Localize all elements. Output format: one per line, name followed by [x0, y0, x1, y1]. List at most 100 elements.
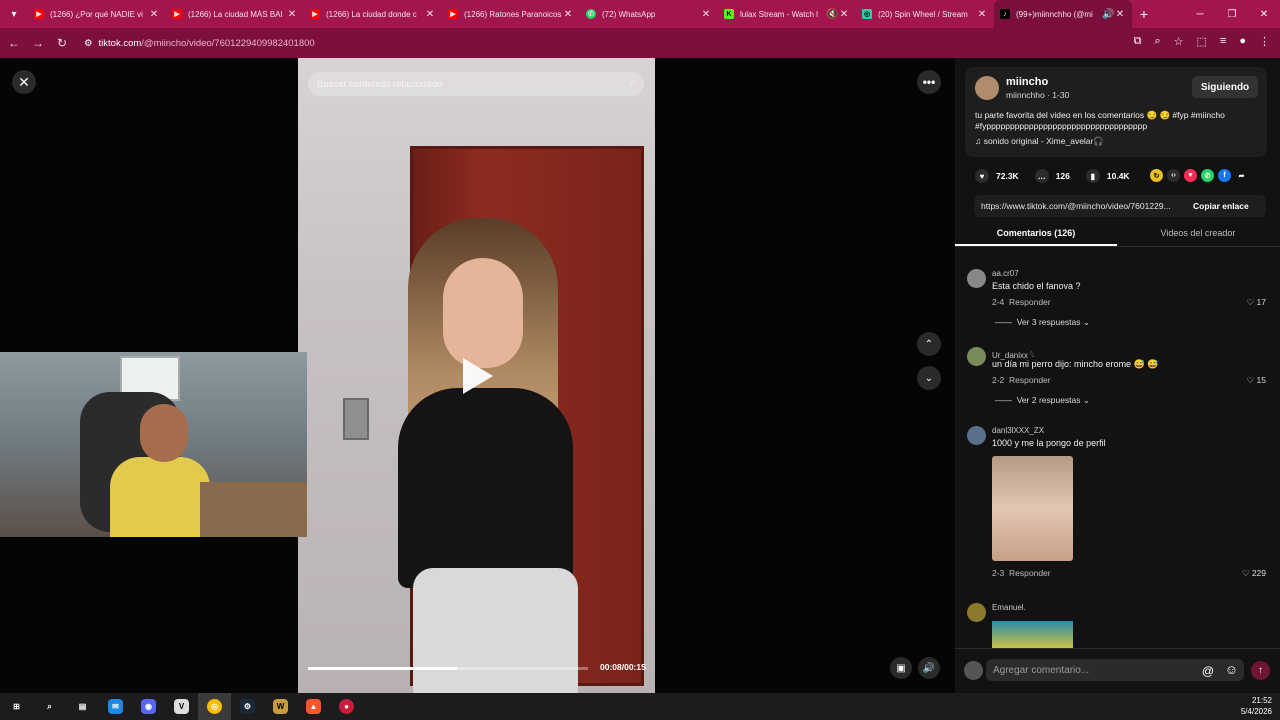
discord-icon: ◉: [141, 699, 156, 714]
back-icon[interactable]: ←: [2, 36, 26, 50]
post-comment-button[interactable]: ↑: [1251, 661, 1270, 680]
following-button[interactable]: Siguiendo: [1192, 76, 1258, 98]
browser-tab-active[interactable]: ♪ (99+)miinnchho (@mi 🔊 ✕: [994, 0, 1132, 28]
volume-button[interactable]: 🔊: [918, 657, 940, 679]
view-replies-button[interactable]: —— Ver 3 respuestas ⌄: [995, 317, 1090, 328]
close-tab-icon[interactable]: ✕: [1114, 9, 1126, 20]
install-app-icon[interactable]: ⧉: [1134, 35, 1142, 48]
restore-icon[interactable]: ❐: [1216, 0, 1248, 28]
comment-sticker-image[interactable]: [992, 621, 1073, 648]
like-button[interactable]: ♥ 72.3K: [975, 169, 1019, 183]
comment-like-button[interactable]: ♡ 15: [1247, 375, 1266, 386]
video-link-text[interactable]: https://www.tiktok.com/@miincho/video/76…: [974, 201, 1189, 211]
taskbar-app[interactable]: ●: [330, 693, 363, 720]
system-clock[interactable]: 21:52 5/4/2026: [1241, 695, 1272, 717]
tab-search-icon[interactable]: ▾: [0, 0, 28, 28]
start-button[interactable]: ⊞: [0, 693, 33, 720]
more-options-button[interactable]: •••: [917, 70, 941, 94]
send-to-friends-icon[interactable]: ▼: [1184, 169, 1197, 182]
close-tab-icon[interactable]: ✕: [976, 9, 988, 20]
save-button[interactable]: ▮ 10.4K: [1085, 169, 1130, 183]
forward-icon[interactable]: →: [26, 36, 50, 50]
reload-icon[interactable]: ↻: [50, 36, 74, 50]
engagement-stats: ♥ 72.3K … 126 ▮ 10.4K: [975, 169, 1130, 183]
comment-like-button[interactable]: ♡ 229: [1242, 568, 1266, 579]
task-view-button[interactable]: ▤: [66, 693, 99, 720]
comment-like-button[interactable]: ♡ 17: [1247, 297, 1266, 308]
reply-button[interactable]: Responder: [1009, 375, 1051, 385]
video-progress-bar[interactable]: [308, 667, 588, 670]
browser-tab[interactable]: ▶ (1266) ¿Por qué NADIE vi ✕: [28, 0, 166, 28]
taskbar-app[interactable]: ◉: [132, 693, 165, 720]
share-arrow-icon[interactable]: ➦: [1235, 169, 1248, 182]
browser-tab[interactable]: ✆ (72) WhatsApp ✕: [580, 0, 718, 28]
related-search-input[interactable]: Buscar contenido relacionado ⌕: [308, 72, 644, 96]
kick-icon: K: [724, 9, 734, 19]
close-video-button[interactable]: ✕: [12, 70, 36, 94]
avatar[interactable]: [967, 426, 986, 445]
copy-link-button[interactable]: Copiar enlace: [1189, 201, 1249, 211]
floating-player-button[interactable]: ▣: [890, 657, 912, 679]
taskbar-app[interactable]: V: [165, 693, 198, 720]
reply-button[interactable]: Responder: [1009, 297, 1051, 307]
close-tab-icon[interactable]: ✕: [148, 9, 160, 20]
emoji-icon[interactable]: ☺: [1225, 662, 1238, 677]
avatar[interactable]: [967, 269, 986, 288]
new-tab-button[interactable]: +: [1132, 6, 1156, 22]
chevron-up-icon: ⌃: [924, 338, 934, 350]
profile-avatar-icon[interactable]: ●: [1239, 35, 1246, 48]
url-field[interactable]: ⚙ tiktok.com/@miincho/video/760122940998…: [84, 33, 1024, 53]
close-tab-icon[interactable]: ✕: [838, 9, 850, 20]
browser-tab[interactable]: K lulax Stream - Watch l 🔇 ✕: [718, 0, 856, 28]
media-control-icon[interactable]: ≡: [1220, 35, 1226, 48]
sound-link[interactable]: ♫ sonido original - Xime_avelar🎧: [975, 136, 1104, 147]
browser-tab[interactable]: ▶ (1266) La ciudad donde c ✕: [304, 0, 442, 28]
avatar[interactable]: [967, 347, 986, 366]
comment-image[interactable]: [992, 456, 1073, 561]
menu-kebab-icon[interactable]: ⋮: [1259, 35, 1270, 48]
close-tab-icon[interactable]: ✕: [424, 9, 436, 20]
reply-button[interactable]: Responder: [1009, 568, 1051, 578]
browser-tab[interactable]: ▶ (1266) La ciudad MÁS BAI ✕: [166, 0, 304, 28]
mute-tab-icon[interactable]: 🔇: [826, 9, 838, 20]
previous-video-button[interactable]: ⌃: [917, 332, 941, 356]
tab-audio-icon[interactable]: 🔊: [1102, 9, 1114, 20]
taskbar-app[interactable]: ⚙: [231, 693, 264, 720]
extensions-icon[interactable]: ⬚: [1197, 35, 1207, 48]
bookmark-star-icon[interactable]: ☆: [1174, 35, 1184, 48]
tab-creator-videos[interactable]: Videos del creador: [1117, 223, 1279, 246]
chevron-down-icon: ⌄: [924, 372, 934, 384]
comment-item: danl3lXXX_ZX 1000 y me la pongo de perfi…: [967, 426, 1272, 586]
close-tab-icon[interactable]: ✕: [700, 9, 712, 20]
search-icon[interactable]: ⌕: [630, 77, 636, 90]
next-video-button[interactable]: ⌄: [917, 366, 941, 390]
site-info-icon[interactable]: ⚙: [84, 38, 93, 49]
close-tab-icon[interactable]: ✕: [286, 9, 298, 20]
whatsapp-share-icon[interactable]: ✆: [1201, 169, 1214, 182]
view-replies-button[interactable]: —— Ver 2 respuestas ⌄: [995, 395, 1090, 406]
zoom-icon[interactable]: ⌕: [1154, 35, 1160, 48]
close-tab-icon[interactable]: ✕: [562, 9, 574, 20]
taskbar-app[interactable]: ▲: [297, 693, 330, 720]
mention-icon[interactable]: @: [1202, 664, 1214, 678]
minimize-icon[interactable]: ─: [1184, 0, 1216, 28]
avatar[interactable]: [975, 76, 999, 100]
taskbar-app[interactable]: ✉: [99, 693, 132, 720]
comment-button[interactable]: … 126: [1034, 169, 1070, 183]
play-icon[interactable]: [463, 358, 493, 394]
facebook-icon[interactable]: f: [1218, 169, 1231, 182]
taskbar-app-active[interactable]: ◎: [198, 693, 231, 720]
embed-code-icon[interactable]: ‹›: [1167, 169, 1180, 182]
close-window-icon[interactable]: ✕: [1248, 0, 1280, 28]
avatar[interactable]: [967, 603, 986, 622]
heart-outline-icon: ♡: [1246, 297, 1255, 307]
tab-comments[interactable]: Comentarios (126): [955, 223, 1117, 246]
repost-icon[interactable]: ↻: [1150, 169, 1163, 182]
share-icons: ↻ ‹› ▼ ✆ f ➦: [1150, 169, 1248, 182]
browser-tab[interactable]: ▶ (1266) Ratones Paranoicos ✕: [442, 0, 580, 28]
video-player[interactable]: Buscar contenido relacionado ⌕ 00:08/00:…: [298, 58, 655, 693]
taskbar-search[interactable]: ⌕: [33, 693, 66, 720]
taskbar-app[interactable]: W: [264, 693, 297, 720]
browser-tab[interactable]: ◎ (20) Spin Wheel / Stream ✕: [856, 0, 994, 28]
creator-username[interactable]: miincho: [1006, 76, 1048, 88]
